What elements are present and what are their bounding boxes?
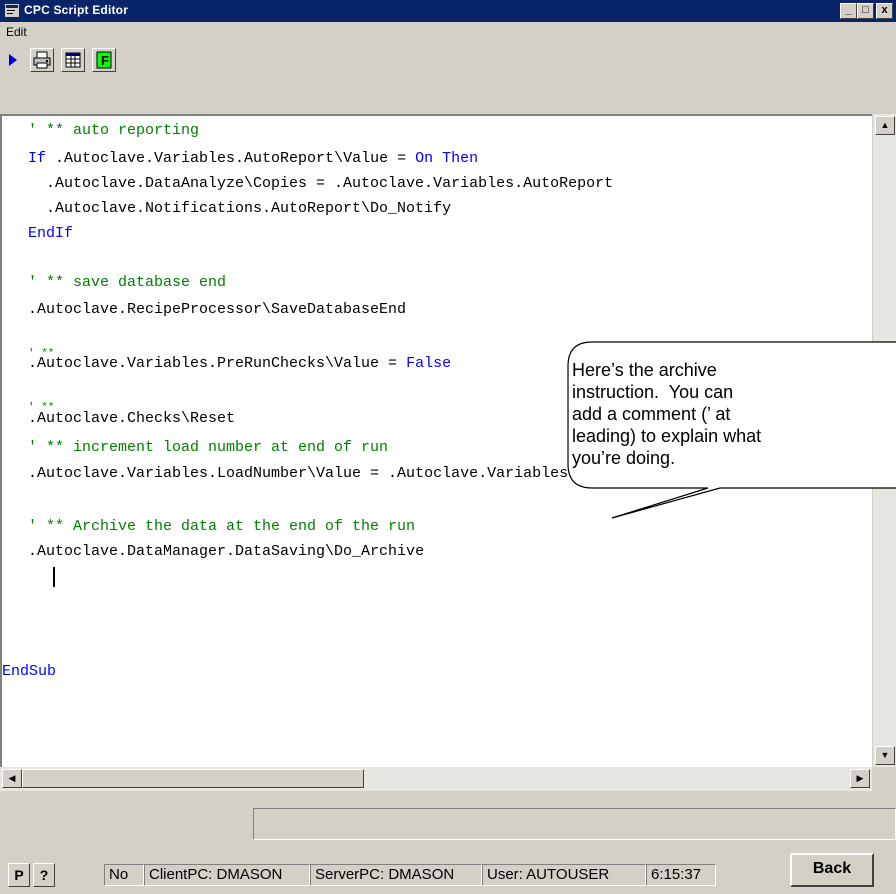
scroll-left-button[interactable]: ◀ — [2, 769, 22, 788]
table-button[interactable] — [61, 48, 85, 72]
code-line: .Autoclave.Variables.PreRunChecks\Value … — [28, 354, 451, 374]
app-icon — [5, 4, 19, 17]
back-button[interactable]: Back — [790, 853, 874, 887]
code-line: .Autoclave.DataManager.DataSaving\Do_Arc… — [28, 543, 425, 560]
title-bar: CPC Script Editor _ □ x — [0, 0, 896, 22]
code-text: .Autoclave.Variables.PreRunChecks\Value … — [28, 355, 407, 372]
code-line: If .Autoclave.Variables.AutoReport\Value… — [28, 149, 478, 169]
code-line: ' ** save database end — [28, 274, 227, 291]
scroll-thumb[interactable] — [22, 769, 364, 788]
status-client: ClientPC: DMASON — [144, 864, 310, 886]
scroll-up-button[interactable]: ▲ — [875, 116, 895, 135]
print-button[interactable] — [30, 48, 54, 72]
code-line: ' ** auto reporting — [28, 122, 200, 139]
window-title: CPC Script Editor — [24, 3, 129, 17]
svg-text:F: F — [101, 53, 109, 68]
p-button[interactable]: P — [8, 863, 30, 887]
code-line: EndSub — [2, 663, 57, 680]
code-line: .Autoclave.Checks\Reset — [28, 410, 236, 427]
keyword: False — [406, 355, 452, 372]
menu-edit[interactable]: Edit — [6, 25, 27, 39]
close-button[interactable]: x — [876, 3, 893, 19]
table-icon — [65, 52, 81, 68]
toolbar: F — [0, 46, 896, 74]
code-line: .Autoclave.Notifications.AutoReport\Do_N… — [46, 200, 452, 217]
code-line: EndIf — [28, 225, 74, 242]
scroll-down-button[interactable]: ▼ — [875, 746, 895, 765]
keyword: If — [28, 150, 47, 167]
status-field — [253, 808, 896, 840]
run-button[interactable] — [0, 48, 24, 72]
status-server: ServerPC: DMASON — [310, 864, 482, 886]
function-f-icon: F — [96, 51, 112, 69]
help-button[interactable]: ? — [33, 863, 55, 887]
maximize-button[interactable]: □ — [857, 3, 874, 19]
status-bar: P ? No ClientPC: DMASON ServerPC: DMASON… — [0, 848, 896, 894]
status-time: 6:15:37 — [646, 864, 716, 886]
keyword: On — [415, 150, 434, 167]
status-user: User: AUTOUSER — [482, 864, 646, 886]
status-no: No — [104, 864, 144, 886]
code-line: .Autoclave.DataAnalyze\Copies = .Autocla… — [46, 175, 614, 192]
play-triangle-icon — [9, 54, 17, 66]
horizontal-scrollbar[interactable]: ◀ ▶ — [0, 767, 872, 791]
printer-icon — [33, 51, 51, 69]
minimize-button[interactable]: _ — [840, 3, 857, 19]
code-line: .Autoclave.RecipeProcessor\SaveDatabaseE… — [28, 301, 407, 318]
callout-text: Here’s the archive instruction. You can … — [572, 360, 762, 468]
text-cursor — [53, 567, 55, 587]
code-line: ' ** Archive the data at the end of the … — [28, 518, 416, 535]
scroll-right-button[interactable]: ▶ — [850, 769, 870, 788]
code-text: .Autoclave.Variables.AutoReport\Value = — [46, 150, 416, 167]
menu-bar: Edit — [0, 22, 896, 44]
code-line: ' ** increment load number at end of run — [28, 439, 389, 456]
keyword: Then — [442, 150, 479, 167]
function-button[interactable]: F — [92, 48, 116, 72]
